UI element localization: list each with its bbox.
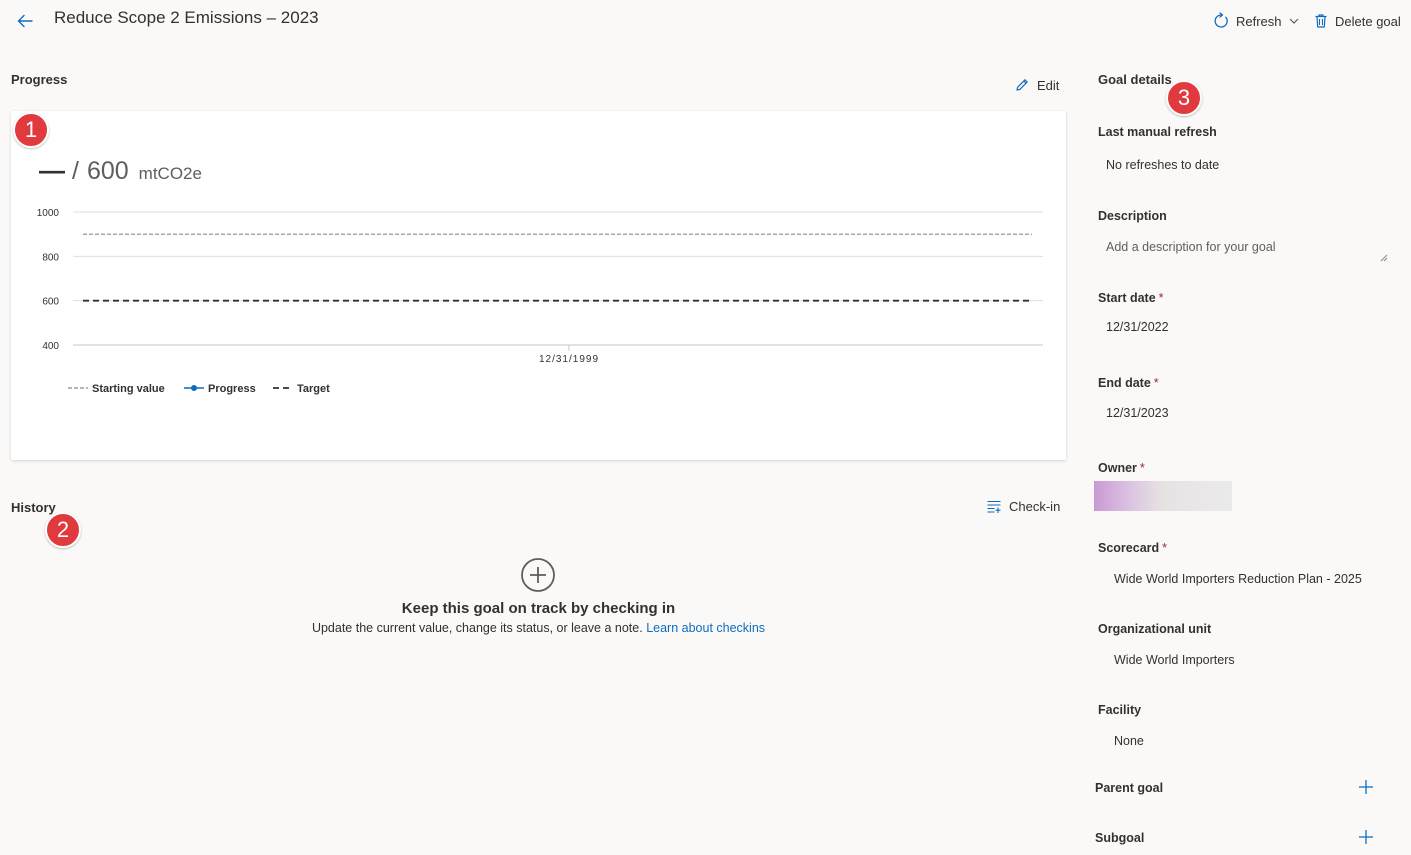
x-tick-label: 12/31/1999 [539,354,599,365]
start-date-label: Start date * [1098,291,1164,305]
org-unit-label: Organizational unit [1098,622,1212,636]
owner-persona-redacted[interactable] [1094,481,1232,511]
goal-details-title: Goal details [1098,72,1172,87]
end-date-label: End date * [1098,376,1159,390]
refresh-label: Refresh [1236,13,1282,29]
description-label: Description [1098,209,1167,223]
last-refresh-label: Last manual refresh [1098,125,1217,139]
progress-section-title: Progress [11,72,68,87]
scorecard-label: Scorecard * [1098,541,1167,555]
history-section-title: History [11,500,56,515]
edit-label: Edit [1037,77,1060,93]
learn-about-checkins-link[interactable]: Learn about checkins [646,621,765,635]
empty-state-title: Keep this goal on track by checking in [401,600,676,617]
legend-label: Target [297,383,330,395]
scorecard-value[interactable]: Wide World Importers Reduction Plan - 20… [1114,572,1362,586]
progress-card: — / 600 mtCO2e 1000 800 600 400 12/31/1999 … [11,111,1066,460]
owner-label-text: Owner [1098,461,1137,475]
arrow-left-icon [17,14,33,28]
back-button[interactable] [14,10,36,32]
list-add-icon [987,500,1001,513]
legend-marker [191,385,197,391]
refresh-icon [1214,12,1228,28]
y-tick-label: 1000 [37,208,60,219]
legend-label: Progress [208,383,256,395]
pencil-icon [1016,79,1028,91]
add-parent-goal-plus-icon[interactable] [1358,779,1374,795]
empty-state-description: Update the current value, change its sta… [0,621,1077,635]
end-date-label-text: End date [1098,376,1151,390]
parent-goal-label: Parent goal [1095,781,1164,795]
legend-label: Starting value [92,383,165,395]
trash-icon [1315,14,1327,28]
delete-goal-label: Delete goal [1335,13,1401,29]
last-refresh-value: No refreshes to date [1106,158,1220,172]
refresh-button[interactable]: Refresh [1212,11,1300,31]
callout-badge-1: 1 [13,112,49,148]
facility-value[interactable]: None [1114,734,1144,748]
required-indicator: * [1158,291,1164,305]
org-unit-value[interactable]: Wide World Importers [1114,653,1235,667]
y-tick-label: 800 [42,252,59,263]
legend-item-starting-value[interactable]: Starting value [68,383,165,395]
add-subgoal-plus-icon[interactable] [1358,829,1374,845]
required-indicator: * [1162,541,1168,555]
end-date-value[interactable]: 12/31/2023 [1106,406,1169,420]
y-tick-label: 400 [42,341,59,352]
required-indicator: * [1139,461,1145,475]
subgoal-label: Subgoal [1095,831,1145,845]
legend-item-target[interactable]: Target [273,383,330,395]
owner-label: Owner * [1098,461,1145,475]
page-title: Reduce Scope 2 Emissions – 2023 [54,8,319,27]
resize-handle-icon[interactable] [1379,253,1388,262]
circle-plus-icon [521,558,555,592]
callout-badge-2: 2 [45,512,81,548]
check-in-button[interactable]: Check-in [986,498,1060,514]
description-field[interactable]: Add a description for your goal [1098,235,1390,263]
required-indicator: * [1153,376,1159,390]
scorecard-label-text: Scorecard [1098,541,1160,555]
delete-goal-button[interactable]: Delete goal [1313,11,1401,31]
empty-state-text: Update the current value, change its sta… [311,621,643,635]
check-in-label: Check-in [1009,498,1061,514]
start-date-label-text: Start date [1098,291,1156,305]
edit-button[interactable]: Edit [1014,77,1059,93]
callout-badge-3: 3 [1166,80,1202,116]
facility-label: Facility [1098,703,1142,717]
start-date-value[interactable]: 12/31/2022 [1106,320,1169,334]
chevron-down-icon [1289,18,1298,24]
progress-chart: 1000 800 600 400 12/31/1999 Starting value P… [37,208,1043,395]
legend-item-progress[interactable]: Progress [184,383,256,395]
y-tick-label: 600 [42,297,59,308]
